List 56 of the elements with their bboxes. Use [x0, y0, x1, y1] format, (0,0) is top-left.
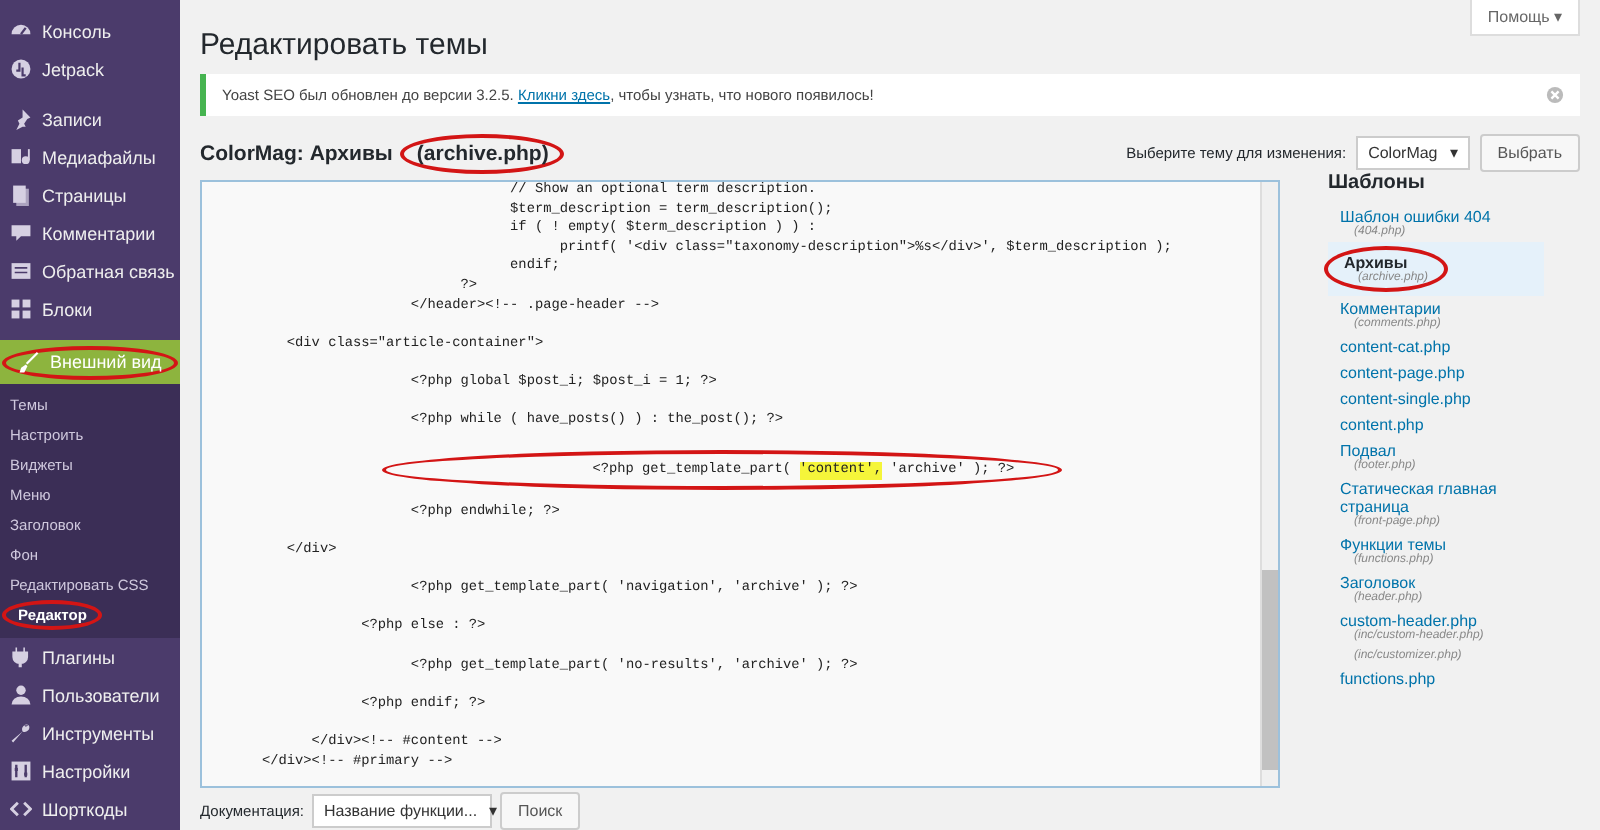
menu-label: Консоль	[42, 21, 112, 41]
menu-label: Пользователи	[42, 685, 160, 705]
theme-select[interactable]: ColorMag ▾	[1356, 136, 1470, 170]
brush-icon	[18, 351, 40, 373]
menu-label: Шорткоды	[42, 799, 128, 819]
speech-bubble-icon	[10, 222, 32, 244]
menu-item[interactable]: Медиафайлы	[0, 138, 180, 176]
page-title: Редактировать темы	[200, 28, 490, 62]
menu-item[interactable]: Консоль	[0, 12, 180, 50]
menu-label: Комментарии	[42, 223, 156, 243]
code-editor[interactable]	[200, 180, 1280, 788]
menu-label: Внешний вид	[50, 352, 162, 372]
menu-item[interactable]: Пользователи	[0, 676, 180, 714]
media-icon	[10, 146, 32, 168]
select-button[interactable]: Выбрать	[1479, 134, 1580, 172]
menu-label: Инструменты	[42, 723, 155, 743]
code-icon	[10, 798, 32, 820]
menu-item[interactable]: Инструменты	[0, 714, 180, 752]
template-item[interactable]: content.php	[1328, 412, 1544, 438]
template-item[interactable]: content-single.php	[1328, 386, 1544, 412]
menu-label: Записи	[42, 109, 102, 129]
menu-item[interactable]: Страницы	[0, 176, 180, 214]
template-item[interactable]: functions.php	[1328, 666, 1544, 692]
templates-heading: Шаблоны	[1328, 172, 1427, 194]
scrollbar-thumb[interactable]	[1262, 570, 1278, 770]
menu-label: Jetpack	[42, 59, 105, 79]
menu-item[interactable]: Плагины	[0, 638, 180, 676]
circle-icon	[10, 58, 32, 80]
menu-item[interactable]: Обратная связь	[0, 252, 180, 290]
template-item[interactable]: content-cat.php	[1328, 334, 1544, 360]
menu-item[interactable]: Шорткоды	[0, 790, 180, 828]
menu-item[interactable]: Блоки	[0, 290, 180, 328]
lookup-button[interactable]: Поиск	[500, 792, 581, 830]
pages-icon	[10, 184, 32, 206]
menu-label: Блоки	[42, 299, 93, 319]
menu-item[interactable]: Jetpack	[0, 50, 180, 88]
file-heading: ColorMag: Архивы	[200, 141, 393, 165]
menu-item[interactable]: Записи	[0, 100, 180, 138]
settings-icon	[10, 760, 32, 782]
file-name: (archive.php)	[400, 133, 565, 173]
menu-label: Плагины	[42, 647, 115, 667]
menu-label: Страницы	[42, 185, 127, 205]
user-icon	[10, 684, 32, 706]
help-button[interactable]: Помощь ▾	[1469, 0, 1580, 36]
menu-label: Настройки	[42, 761, 131, 781]
function-select[interactable]: Название функции... ▾	[312, 794, 492, 828]
grid-icon	[10, 298, 32, 320]
plug-icon	[10, 646, 32, 668]
form-icon	[10, 260, 32, 282]
menu-label: Медиафайлы	[42, 147, 156, 167]
menu-item[interactable]: Настройки	[0, 752, 180, 790]
wrench-icon	[10, 722, 32, 744]
menu-label: Обратная связь	[42, 261, 175, 281]
dismiss-icon[interactable]	[1546, 86, 1564, 104]
template-item[interactable]: content-page.php	[1328, 360, 1544, 386]
menu-item[interactable]: Комментарии	[0, 214, 180, 252]
